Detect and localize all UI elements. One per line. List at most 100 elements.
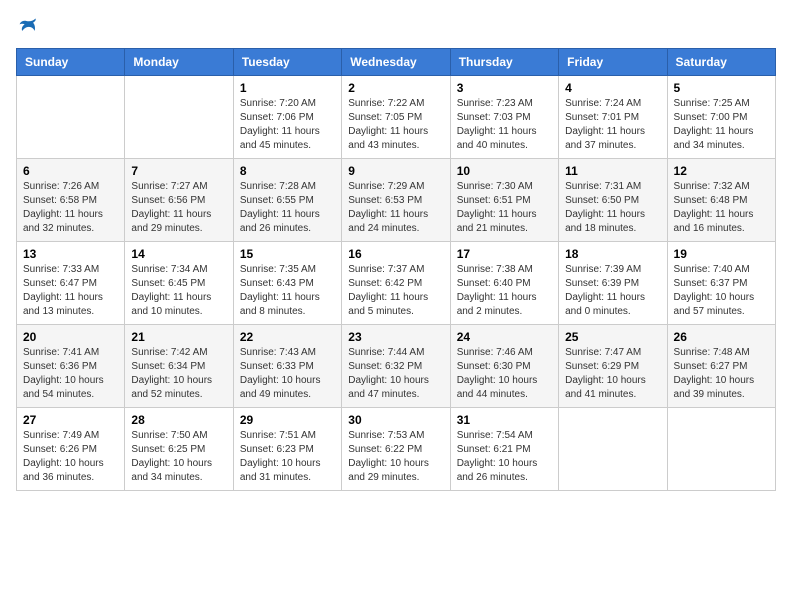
day-number: 18 [565, 247, 660, 261]
calendar-cell: 5 Sunrise: 7:25 AM Sunset: 7:00 PM Daylig… [667, 76, 775, 159]
day-number: 21 [131, 330, 226, 344]
day-info: Sunrise: 7:41 AM Sunset: 6:36 PM Dayligh… [23, 346, 118, 402]
day-number: 9 [348, 164, 443, 178]
day-number: 31 [457, 413, 552, 427]
page-header [16, 16, 776, 36]
day-info: Sunrise: 7:32 AM Sunset: 6:48 PM Dayligh… [674, 180, 769, 236]
day-number: 1 [240, 81, 335, 95]
calendar-cell: 14 Sunrise: 7:34 AM Sunset: 6:45 PM Dayli… [125, 242, 233, 325]
day-info: Sunrise: 7:24 AM Sunset: 7:01 PM Dayligh… [565, 97, 660, 153]
calendar-cell [17, 76, 125, 159]
day-info: Sunrise: 7:39 AM Sunset: 6:39 PM Dayligh… [565, 263, 660, 319]
logo [16, 16, 38, 36]
day-info: Sunrise: 7:42 AM Sunset: 6:34 PM Dayligh… [131, 346, 226, 402]
day-info: Sunrise: 7:46 AM Sunset: 6:30 PM Dayligh… [457, 346, 552, 402]
day-info: Sunrise: 7:29 AM Sunset: 6:53 PM Dayligh… [348, 180, 443, 236]
day-number: 6 [23, 164, 118, 178]
calendar-cell: 24 Sunrise: 7:46 AM Sunset: 6:30 PM Dayli… [450, 325, 558, 408]
calendar-cell: 12 Sunrise: 7:32 AM Sunset: 6:48 PM Dayli… [667, 159, 775, 242]
day-info: Sunrise: 7:50 AM Sunset: 6:25 PM Dayligh… [131, 429, 226, 485]
calendar-day-header: Saturday [667, 49, 775, 76]
calendar-week-row: 6 Sunrise: 7:26 AM Sunset: 6:58 PM Daylig… [17, 159, 776, 242]
day-info: Sunrise: 7:44 AM Sunset: 6:32 PM Dayligh… [348, 346, 443, 402]
calendar-week-row: 1 Sunrise: 7:20 AM Sunset: 7:06 PM Daylig… [17, 76, 776, 159]
day-number: 8 [240, 164, 335, 178]
calendar-cell: 1 Sunrise: 7:20 AM Sunset: 7:06 PM Daylig… [233, 76, 341, 159]
day-number: 22 [240, 330, 335, 344]
calendar-day-header: Wednesday [342, 49, 450, 76]
day-number: 25 [565, 330, 660, 344]
day-number: 19 [674, 247, 769, 261]
day-number: 2 [348, 81, 443, 95]
calendar-cell: 29 Sunrise: 7:51 AM Sunset: 6:23 PM Dayli… [233, 408, 341, 491]
calendar-cell: 15 Sunrise: 7:35 AM Sunset: 6:43 PM Dayli… [233, 242, 341, 325]
calendar-cell: 26 Sunrise: 7:48 AM Sunset: 6:27 PM Dayli… [667, 325, 775, 408]
calendar-cell: 16 Sunrise: 7:37 AM Sunset: 6:42 PM Dayli… [342, 242, 450, 325]
calendar-table: SundayMondayTuesdayWednesdayThursdayFrid… [16, 48, 776, 491]
calendar-cell: 7Sunrise: 7:27 AM Sunset: 6:56 PM Daylig… [125, 159, 233, 242]
day-number: 28 [131, 413, 226, 427]
day-number: 23 [348, 330, 443, 344]
calendar-cell: 9 Sunrise: 7:29 AM Sunset: 6:53 PM Daylig… [342, 159, 450, 242]
calendar-day-header: Sunday [17, 49, 125, 76]
day-number: 13 [23, 247, 118, 261]
day-number: 20 [23, 330, 118, 344]
day-number: 27 [23, 413, 118, 427]
calendar-cell: 27Sunrise: 7:49 AM Sunset: 6:26 PM Dayli… [17, 408, 125, 491]
logo-bird-icon [18, 16, 38, 36]
calendar-cell: 30 Sunrise: 7:53 AM Sunset: 6:22 PM Dayli… [342, 408, 450, 491]
day-info: Sunrise: 7:53 AM Sunset: 6:22 PM Dayligh… [348, 429, 443, 485]
calendar-cell [559, 408, 667, 491]
calendar-day-header: Monday [125, 49, 233, 76]
calendar-cell: 2 Sunrise: 7:22 AM Sunset: 7:05 PM Daylig… [342, 76, 450, 159]
calendar-cell: 23 Sunrise: 7:44 AM Sunset: 6:32 PM Dayli… [342, 325, 450, 408]
day-info: Sunrise: 7:51 AM Sunset: 6:23 PM Dayligh… [240, 429, 335, 485]
day-number: 5 [674, 81, 769, 95]
calendar-cell: 8 Sunrise: 7:28 AM Sunset: 6:55 PM Daylig… [233, 159, 341, 242]
day-info: Sunrise: 7:54 AM Sunset: 6:21 PM Dayligh… [457, 429, 552, 485]
calendar-cell: 19 Sunrise: 7:40 AM Sunset: 6:37 PM Dayli… [667, 242, 775, 325]
day-number: 14 [131, 247, 226, 261]
day-number: 7 [131, 164, 226, 178]
calendar-week-row: 27Sunrise: 7:49 AM Sunset: 6:26 PM Dayli… [17, 408, 776, 491]
day-info: Sunrise: 7:22 AM Sunset: 7:05 PM Dayligh… [348, 97, 443, 153]
calendar-cell: 22 Sunrise: 7:43 AM Sunset: 6:33 PM Dayli… [233, 325, 341, 408]
calendar-day-header: Tuesday [233, 49, 341, 76]
day-info: Sunrise: 7:43 AM Sunset: 6:33 PM Dayligh… [240, 346, 335, 402]
calendar-cell: 4 Sunrise: 7:24 AM Sunset: 7:01 PM Daylig… [559, 76, 667, 159]
day-info: Sunrise: 7:37 AM Sunset: 6:42 PM Dayligh… [348, 263, 443, 319]
day-info: Sunrise: 7:23 AM Sunset: 7:03 PM Dayligh… [457, 97, 552, 153]
day-info: Sunrise: 7:48 AM Sunset: 6:27 PM Dayligh… [674, 346, 769, 402]
day-info: Sunrise: 7:28 AM Sunset: 6:55 PM Dayligh… [240, 180, 335, 236]
day-number: 24 [457, 330, 552, 344]
day-number: 4 [565, 81, 660, 95]
day-info: Sunrise: 7:30 AM Sunset: 6:51 PM Dayligh… [457, 180, 552, 236]
day-number: 30 [348, 413, 443, 427]
calendar-week-row: 13 Sunrise: 7:33 AM Sunset: 6:47 PM Dayli… [17, 242, 776, 325]
calendar-day-header: Friday [559, 49, 667, 76]
day-info: Sunrise: 7:25 AM Sunset: 7:00 PM Dayligh… [674, 97, 769, 153]
day-number: 3 [457, 81, 552, 95]
day-number: 12 [674, 164, 769, 178]
calendar-cell: 13 Sunrise: 7:33 AM Sunset: 6:47 PM Dayli… [17, 242, 125, 325]
day-number: 10 [457, 164, 552, 178]
calendar-cell: 20 Sunrise: 7:41 AM Sunset: 6:36 PM Dayli… [17, 325, 125, 408]
day-info: Sunrise: 7:33 AM Sunset: 6:47 PM Dayligh… [23, 263, 118, 319]
day-number: 16 [348, 247, 443, 261]
day-info: Sunrise: 7:34 AM Sunset: 6:45 PM Dayligh… [131, 263, 226, 319]
calendar-week-row: 20 Sunrise: 7:41 AM Sunset: 6:36 PM Dayli… [17, 325, 776, 408]
day-number: 17 [457, 247, 552, 261]
calendar-cell: 25Sunrise: 7:47 AM Sunset: 6:29 PM Dayli… [559, 325, 667, 408]
day-number: 15 [240, 247, 335, 261]
day-info: Sunrise: 7:40 AM Sunset: 6:37 PM Dayligh… [674, 263, 769, 319]
day-info: Sunrise: 7:38 AM Sunset: 6:40 PM Dayligh… [457, 263, 552, 319]
day-info: Sunrise: 7:35 AM Sunset: 6:43 PM Dayligh… [240, 263, 335, 319]
day-number: 26 [674, 330, 769, 344]
calendar-cell: 18 Sunrise: 7:39 AM Sunset: 6:39 PM Dayli… [559, 242, 667, 325]
day-info: Sunrise: 7:26 AM Sunset: 6:58 PM Dayligh… [23, 180, 118, 236]
day-info: Sunrise: 7:20 AM Sunset: 7:06 PM Dayligh… [240, 97, 335, 153]
calendar-cell: 28 Sunrise: 7:50 AM Sunset: 6:25 PM Dayli… [125, 408, 233, 491]
calendar-cell: 17 Sunrise: 7:38 AM Sunset: 6:40 PM Dayli… [450, 242, 558, 325]
calendar-cell: 10 Sunrise: 7:30 AM Sunset: 6:51 PM Dayli… [450, 159, 558, 242]
day-number: 29 [240, 413, 335, 427]
